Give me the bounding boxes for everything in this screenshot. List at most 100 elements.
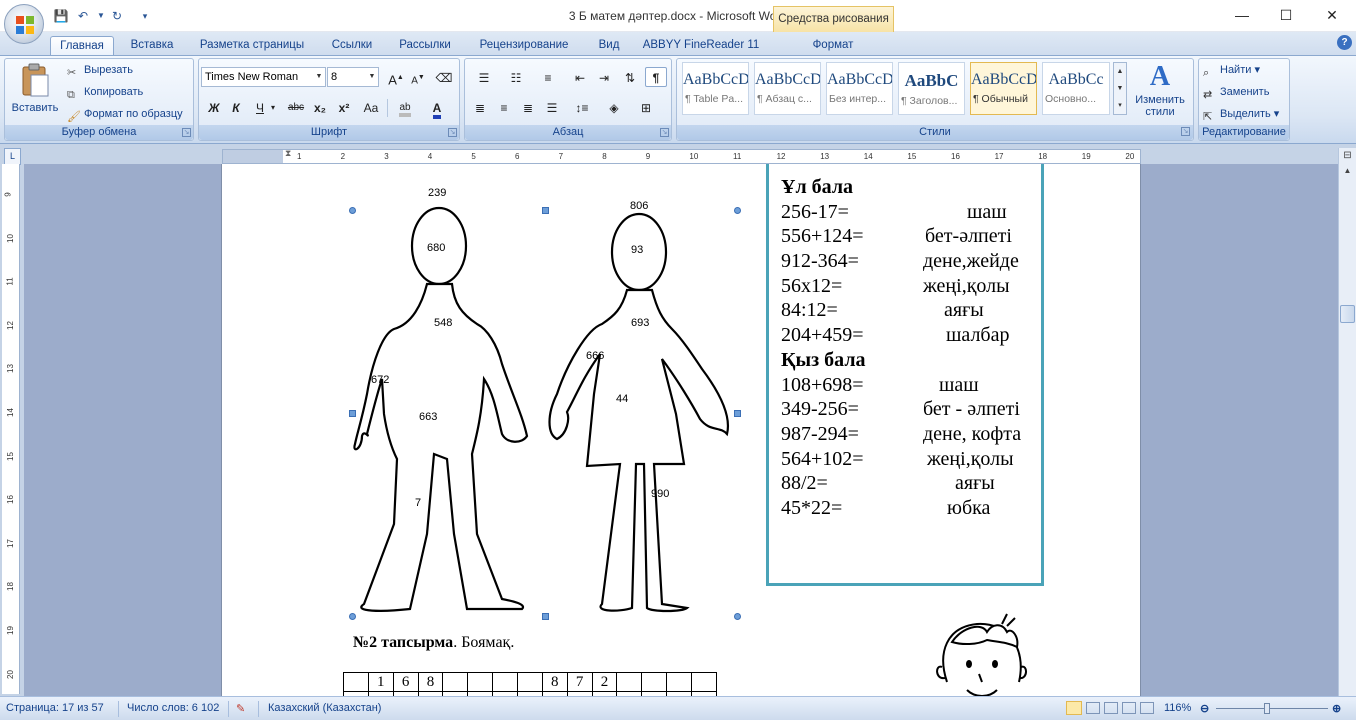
help-icon[interactable]: ? xyxy=(1337,35,1352,50)
find-button[interactable]: ⌕ Найти ▾ xyxy=(1203,61,1260,79)
table-cell[interactable] xyxy=(518,673,543,692)
web-layout-view-icon[interactable] xyxy=(1104,702,1118,714)
tab-view[interactable]: Вид xyxy=(588,36,630,56)
sort-icon[interactable]: ⇅ xyxy=(619,67,641,87)
zoom-level[interactable]: 116% xyxy=(1164,702,1191,714)
tab-insert[interactable]: Вставка xyxy=(122,36,182,56)
justify-icon[interactable]: ☰ xyxy=(541,97,563,117)
minimize-button[interactable]: — xyxy=(1222,4,1262,26)
format-painter-button[interactable]: 🖌 Формат по образцу xyxy=(67,105,183,123)
font-color-button[interactable]: A xyxy=(423,97,451,119)
selection-handle[interactable] xyxy=(349,410,356,417)
tab-home[interactable]: Главная xyxy=(50,36,114,56)
select-button[interactable]: ⇱ Выделить ▾ xyxy=(1203,105,1279,123)
tab-references[interactable]: Ссылки xyxy=(322,36,382,56)
tab-format[interactable]: Формат xyxy=(790,36,876,56)
tab-page-layout[interactable]: Разметка страницы xyxy=(190,36,314,56)
style-table-paragraph[interactable]: AaBbCcD ¶ Table Pa... xyxy=(682,62,749,115)
close-button[interactable]: ✕ xyxy=(1312,4,1352,26)
align-right-icon[interactable]: ≣ xyxy=(517,97,539,117)
tab-abbyy[interactable]: ABBYY FineReader 11 xyxy=(638,36,764,56)
table-cell[interactable]: 1 xyxy=(368,673,394,692)
selection-handle[interactable] xyxy=(542,207,549,214)
selection-handle[interactable] xyxy=(734,207,741,214)
table-cell[interactable]: 6 xyxy=(393,673,419,692)
horizontal-ruler[interactable]: 1 2 3 4 5 6 7 8 9 10 11 12 13 14 15 16 17 18 19 20 ⧗ xyxy=(222,148,1141,164)
scroll-up-icon[interactable]: ▲ xyxy=(1340,166,1355,180)
superscript-button[interactable]: x² xyxy=(333,97,355,117)
style-no-spacing[interactable]: AaBbCcD Без интер... xyxy=(826,62,893,115)
page[interactable]: 239 680 548 672 663 7 806 93 693 666 44 … xyxy=(221,164,1141,699)
tab-review[interactable]: Рецензирование xyxy=(468,36,580,56)
vertical-ruler[interactable]: 9 10 11 12 13 14 15 16 17 18 19 20 xyxy=(2,164,20,694)
shading-icon[interactable]: ◈ xyxy=(599,97,629,117)
clipboard-launcher-icon[interactable]: ↘ xyxy=(182,128,191,137)
scrollbar-thumb[interactable] xyxy=(1340,305,1355,323)
styles-launcher-icon[interactable]: ↘ xyxy=(1181,127,1190,136)
table-cell[interactable] xyxy=(642,673,668,692)
print-layout-view-icon[interactable] xyxy=(1066,701,1082,715)
draft-view-icon[interactable] xyxy=(1140,702,1154,714)
change-case-button[interactable]: Aa xyxy=(357,97,385,117)
table-cell[interactable]: 7 xyxy=(567,673,593,692)
word-count[interactable]: Число слов: 6 102 xyxy=(127,702,219,714)
selection-handle[interactable] xyxy=(734,410,741,417)
table-cell[interactable] xyxy=(692,673,717,692)
align-center-icon[interactable]: ≡ xyxy=(493,97,515,117)
italic-button[interactable]: К xyxy=(225,97,247,117)
table-cell[interactable]: 8 xyxy=(542,673,568,692)
table-cell[interactable] xyxy=(617,673,643,692)
zoom-slider-thumb[interactable] xyxy=(1264,703,1270,714)
outline-view-icon[interactable] xyxy=(1122,702,1136,714)
selection-handle[interactable] xyxy=(542,613,549,620)
page-count[interactable]: Страница: 17 из 57 xyxy=(6,702,104,714)
numbering-icon[interactable]: ☷ xyxy=(501,67,531,87)
style-heading[interactable]: AaBbC ¶ Заголов... xyxy=(898,62,965,115)
grow-font-button[interactable]: A▲ xyxy=(385,67,407,87)
cut-button[interactable]: ✂ Вырезать xyxy=(67,61,133,79)
zoom-in-icon[interactable]: ⊕ xyxy=(1332,702,1341,715)
table-cell[interactable] xyxy=(443,673,469,692)
styles-scroll[interactable]: ▲ ▼ ▾ xyxy=(1113,62,1127,115)
paste-button[interactable]: Вставить xyxy=(11,61,59,121)
style-normal[interactable]: AaBbCcD ¶ Обычный xyxy=(970,62,1037,115)
table-cell[interactable] xyxy=(667,673,693,692)
language[interactable]: Казахский (Казахстан) xyxy=(268,702,381,714)
tab-selector[interactable]: L xyxy=(4,148,21,165)
font-launcher-icon[interactable]: ↘ xyxy=(448,128,457,137)
align-left-icon[interactable]: ≣ xyxy=(469,97,491,117)
vertical-scrollbar[interactable] xyxy=(1338,148,1356,696)
office-button[interactable] xyxy=(4,4,44,44)
increase-indent-icon[interactable]: ⇥ xyxy=(593,67,615,87)
strikethrough-button[interactable]: abc xyxy=(283,97,309,117)
ruler-toggle-icon[interactable]: ⊟ xyxy=(1340,150,1355,164)
paragraph-launcher-icon[interactable]: ↘ xyxy=(660,128,669,137)
borders-icon[interactable]: ⊞ xyxy=(631,97,661,117)
multilevel-list-icon[interactable]: ≡ xyxy=(533,67,563,87)
replace-button[interactable]: ⇄ Заменить xyxy=(1203,83,1269,101)
selection-handle[interactable] xyxy=(349,613,356,620)
tab-mailings[interactable]: Рассылки xyxy=(390,36,460,56)
bullets-icon[interactable]: ☰ xyxy=(469,67,499,87)
show-marks-button[interactable]: ¶ xyxy=(645,67,667,87)
table-cell[interactable] xyxy=(468,673,494,692)
maximize-button[interactable]: ☐ xyxy=(1266,4,1306,26)
underline-dropdown-icon[interactable]: ▾ xyxy=(267,97,279,117)
zoom-slider[interactable] xyxy=(1216,708,1328,709)
table-cell[interactable]: 2 xyxy=(592,673,618,692)
full-screen-view-icon[interactable] xyxy=(1086,702,1100,714)
selection-handle[interactable] xyxy=(349,207,356,214)
style-list-paragraph[interactable]: AaBbCcD ¶ Абзац с... xyxy=(754,62,821,115)
change-styles-button[interactable]: A Изменить стили xyxy=(1130,60,1190,122)
highlight-button[interactable]: ab xyxy=(391,97,419,117)
spell-check-icon[interactable]: ✎ xyxy=(236,702,245,715)
shrink-font-button[interactable]: A▼ xyxy=(407,67,429,87)
table-cell[interactable]: 8 xyxy=(418,673,444,692)
style-body-text[interactable]: AaBbCc Основно... xyxy=(1042,62,1110,115)
selection-handle[interactable] xyxy=(734,613,741,620)
line-spacing-icon[interactable]: ↕≡ xyxy=(567,97,597,117)
font-family-select[interactable]: Times New Roman ▼ xyxy=(201,67,326,87)
bold-button[interactable]: Ж xyxy=(203,97,225,117)
indent-marker-icon[interactable]: ⧗ xyxy=(285,148,291,159)
table-cell[interactable] xyxy=(344,673,369,692)
